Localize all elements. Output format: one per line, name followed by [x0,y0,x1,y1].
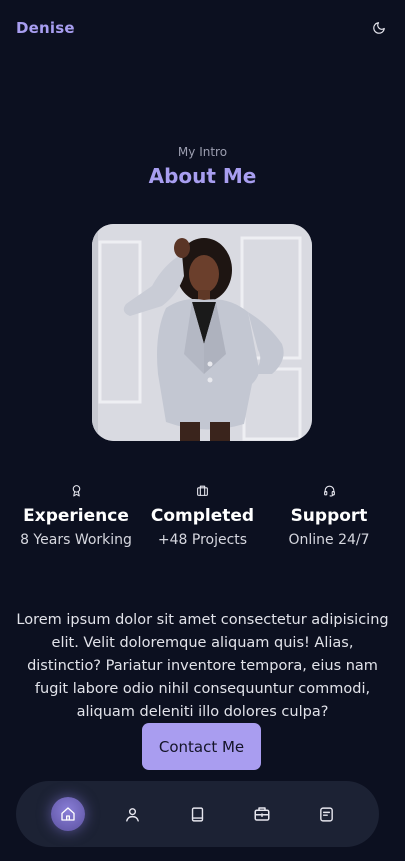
nav-contact[interactable] [310,797,344,831]
briefcase-icon [197,485,208,496]
stat-support: Support Online 24/7 [269,484,389,552]
stat-title: Experience [23,506,129,526]
message-icon [320,806,334,822]
nav-services[interactable] [245,797,279,831]
bottom-nav [16,781,379,847]
nav-skills[interactable] [180,797,214,831]
stat-subtitle: +48 Projects [157,532,248,548]
section-title: About Me [148,164,257,188]
user-icon [126,807,140,822]
stats-row: Experience 8 Years Working Completed +48… [0,484,405,552]
nav-about[interactable] [116,797,150,831]
stat-subtitle: 8 Years Working [20,532,132,548]
briefcase-icon [254,807,270,821]
about-description: Lorem ipsum dolor sit amet consectetur a… [16,612,389,720]
stat-completed: Completed +48 Projects [143,484,263,552]
book-icon [191,806,204,822]
section-subtitle: My Intro [177,145,228,159]
header: Denise [0,0,405,56]
nav-home[interactable] [51,797,86,831]
home-icon [61,807,75,821]
page: Denise My Intro About Me Experience 8 Ye… [0,0,405,861]
profile-photo [92,224,312,441]
stat-experience: Experience 8 Years Working [16,484,136,552]
moon-icon [373,22,385,34]
headset-icon [323,485,335,497]
stat-title: Completed [150,506,255,526]
award-icon [72,485,80,497]
stat-title: Support [290,506,368,526]
stat-subtitle: Online 24/7 [288,532,370,548]
theme-toggle-button[interactable] [369,18,389,38]
logo-link[interactable]: Denise [16,19,75,37]
contact-me-button[interactable]: Contact Me [142,723,261,770]
